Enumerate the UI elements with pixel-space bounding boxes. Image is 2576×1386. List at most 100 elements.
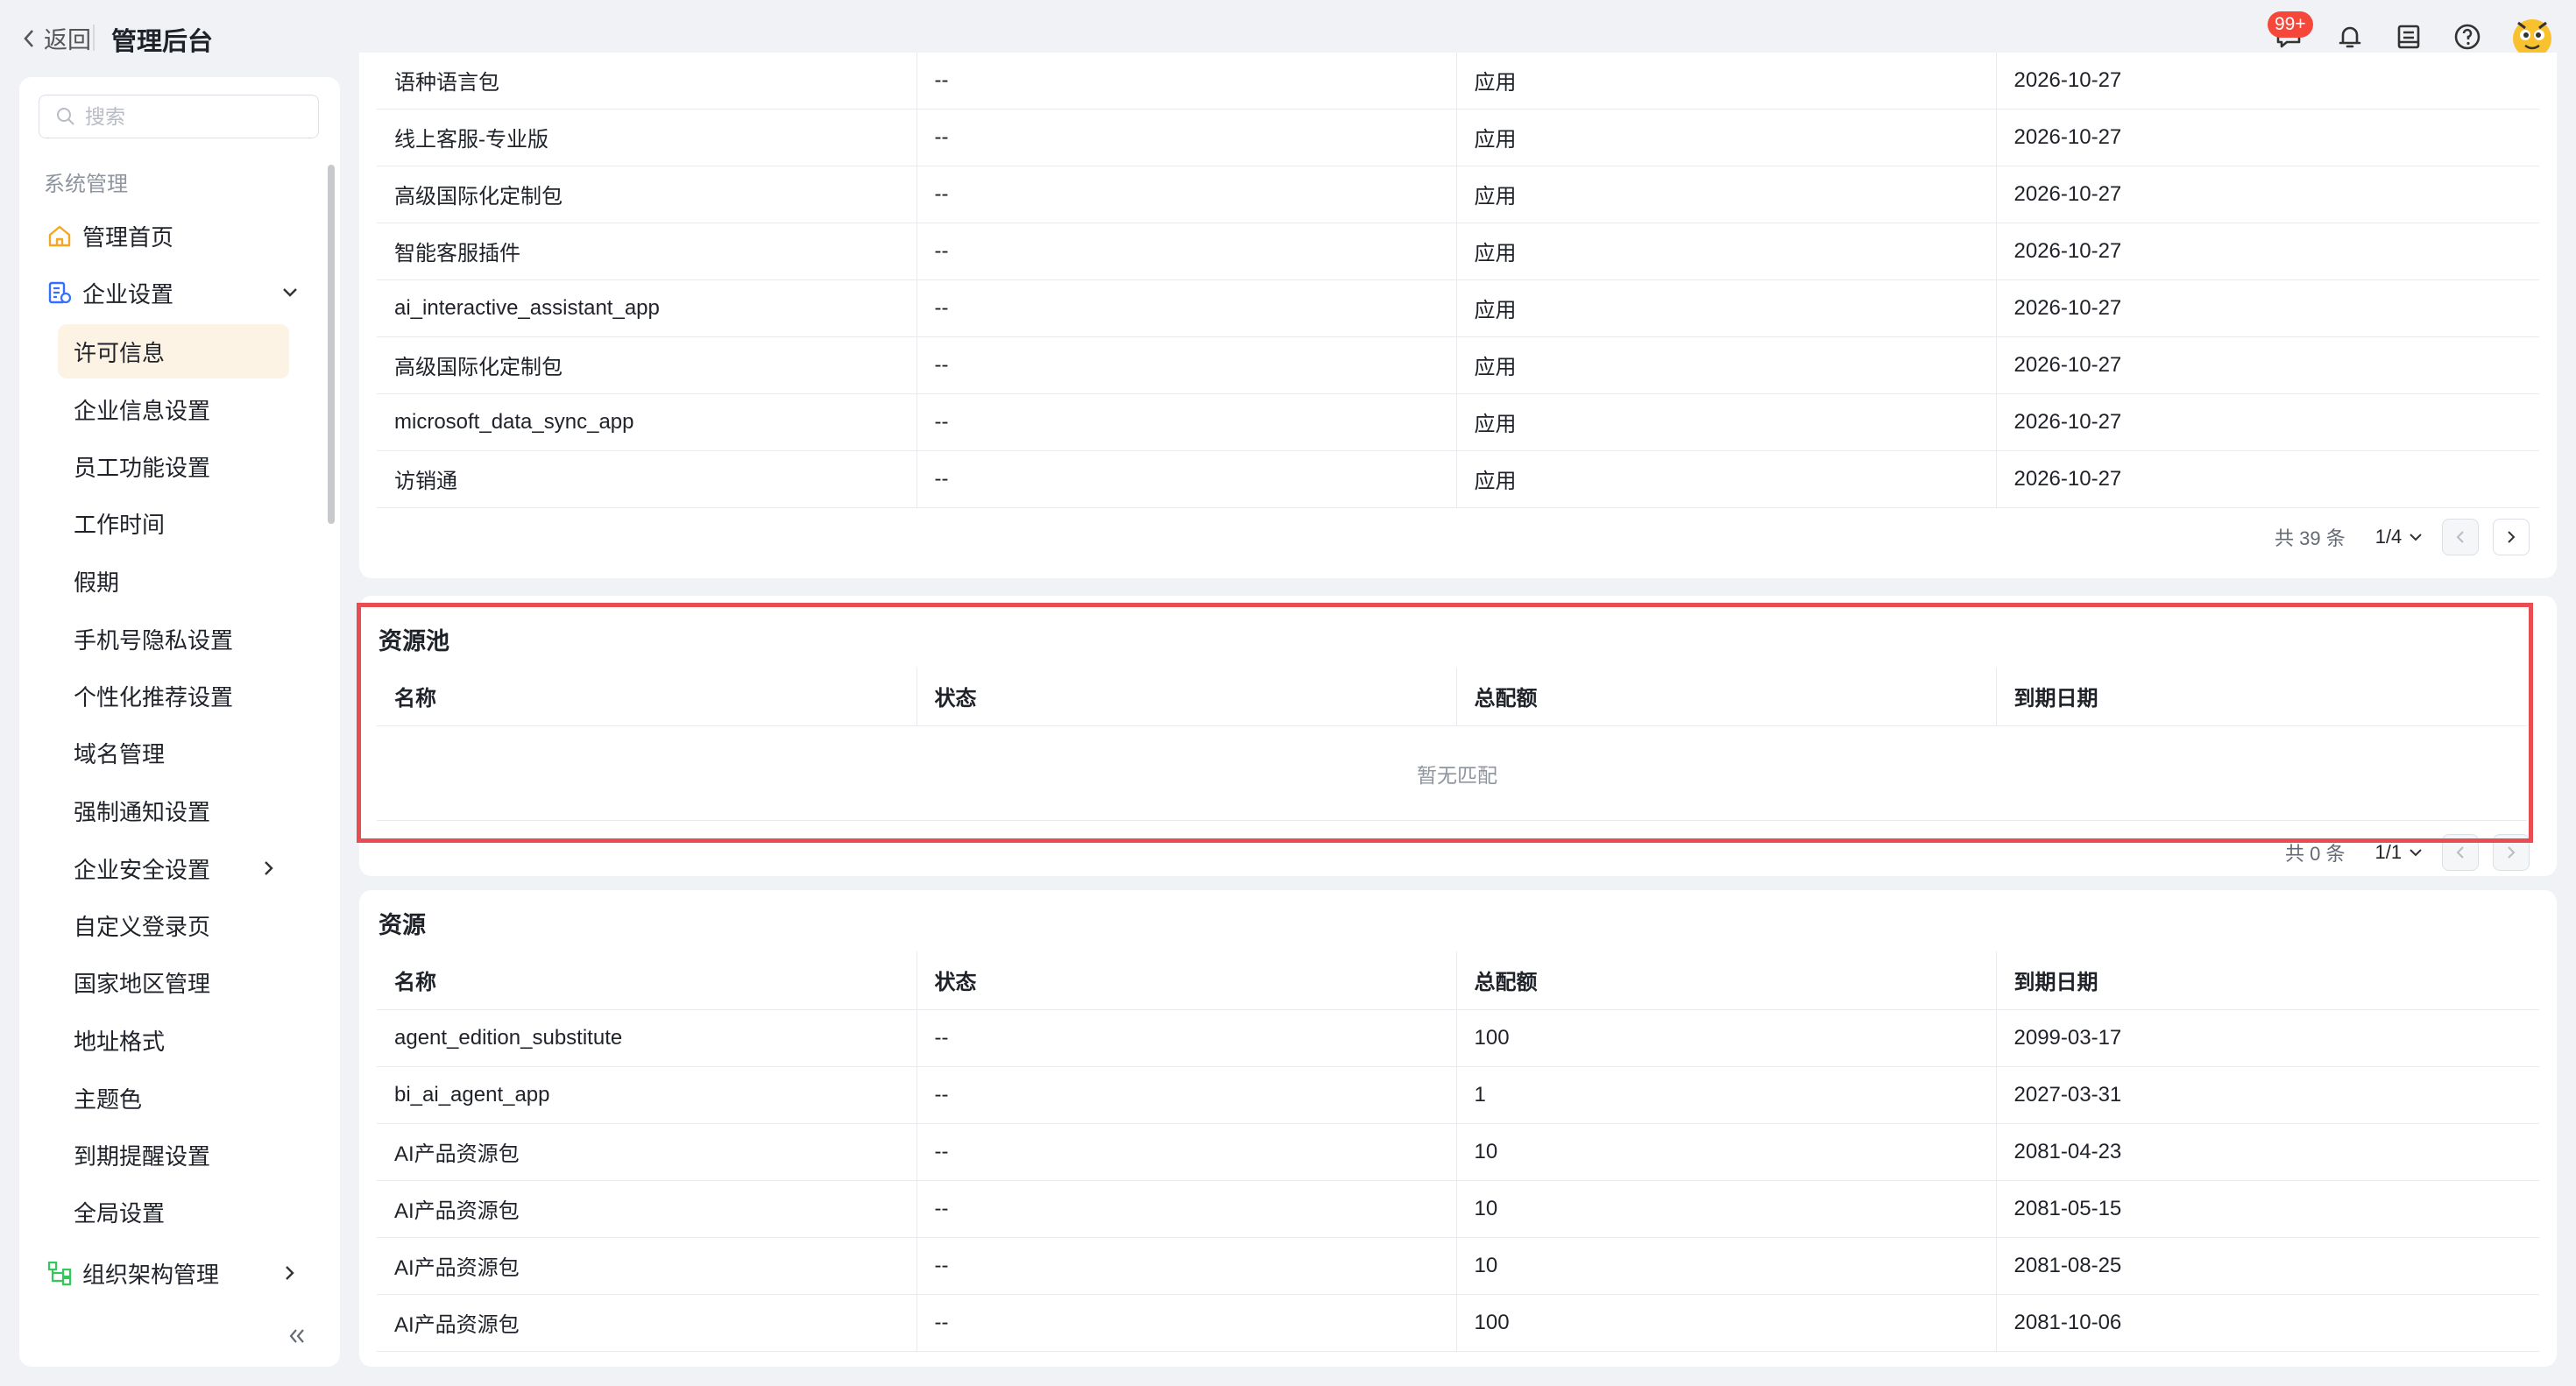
table-header-row: 名称 状态 总配额 到期日期 [377,668,2527,726]
table-cell: microsoft_data_sync_app [377,393,917,451]
sidebar-item-employee-features[interactable]: 员工功能设置 [58,439,289,493]
table-cell: AI产品资源包 [377,1294,917,1352]
table-cell: bi_ai_agent_app [377,1066,917,1124]
sidebar-item-address-format[interactable]: 地址格式 [58,1013,289,1067]
sidebar-item-global[interactable]: 全局设置 [58,1184,289,1239]
search-box[interactable] [39,95,319,138]
help-button[interactable] [2450,19,2485,54]
table-row: AI产品资源包 -- 10 2081-04-23 [377,1123,2539,1181]
table-cell: 访销通 [377,450,917,508]
table-row: 高级国际化定制包 -- 应用 2026-10-27 [377,336,2539,394]
apps-pagination: 共 39 条 1/4 [2275,519,2530,555]
resources-card: 资源 名称 状态 总配额 到期日期 agent_edition_substitu… [359,890,2557,1367]
sidebar-item-theme[interactable]: 主题色 [58,1071,289,1125]
message-badge: 99+ [2268,11,2313,38]
apps-table: 语种语言包 -- 应用 2026-10-27 线上客服-专业版 -- 应用 20… [377,53,2539,508]
inbox-button[interactable] [2391,19,2426,54]
table-cell: -- [916,336,1457,394]
sidebar: 系统管理 管理首页 企业设置 许可信息 企业信息设置 员工功能设置 工作时间 假… [19,77,340,1367]
chevron-down-icon [2410,534,2423,541]
sidebar-item-recommendation[interactable]: 个性化推荐设置 [58,668,289,723]
pool-title: 资源池 [379,628,449,654]
sidebar-item-regions[interactable]: 国家地区管理 [58,955,289,1009]
sidebar-item-org[interactable]: 组织架构管理 [46,1251,219,1295]
sidebar-item-login-page[interactable]: 自定义登录页 [58,898,289,952]
page-indicator: 1/1 [2374,841,2403,863]
sidebar-item-enterprise-info[interactable]: 企业信息设置 [58,382,289,436]
table-cell: 高级国际化定制包 [377,166,917,223]
table-cell: 应用 [1456,223,1997,280]
sidebar-item-forced-notify[interactable]: 强制通知设置 [58,783,289,838]
chevron-left-icon [2456,846,2464,859]
chevron-right-icon [2508,846,2516,859]
table-cell: -- [916,393,1457,451]
table-cell: 2026-10-27 [1996,166,2539,223]
home-icon [48,225,71,247]
table-cell: -- [916,53,1457,110]
table-cell: -- [916,1009,1457,1067]
sidebar-item-enterprise[interactable]: 企业设置 [46,271,173,315]
next-page-button[interactable] [2493,519,2530,555]
table-cell: -- [916,450,1457,508]
table-cell: 高级国际化定制包 [377,336,917,394]
sidebar-item-security[interactable]: 企业安全设置 [58,841,289,895]
sidebar-item-license[interactable]: 许可信息 [58,324,289,378]
sidebar-item-phone-privacy[interactable]: 手机号隐私设置 [58,612,289,666]
table-cell: 100 [1456,1294,1997,1352]
column-header: 到期日期 [1996,668,2527,726]
notification-button[interactable] [2332,19,2367,54]
table-cell: 2026-10-27 [1996,223,2539,280]
sidebar-scrollbar[interactable] [328,165,335,524]
bell-icon [2339,26,2361,48]
search-input[interactable] [83,103,315,130]
table-cell: 应用 [1456,109,1997,166]
table-cell: 应用 [1456,393,1997,451]
table-cell: 100 [1456,1009,1997,1067]
sidebar-item-work-hours[interactable]: 工作时间 [58,496,289,550]
chevron-right-icon[interactable] [258,857,280,880]
sidebar-item-home[interactable]: 管理首页 [46,214,173,258]
sidebar-item-expiry-reminder[interactable]: 到期提醒设置 [58,1128,289,1182]
table-row: 智能客服插件 -- 应用 2026-10-27 [377,223,2539,280]
chevron-down-icon [2410,849,2422,857]
table-cell: 2026-10-27 [1996,53,2539,110]
table-cell: -- [916,109,1457,166]
table-cell: 10 [1456,1123,1997,1181]
table-cell: AI产品资源包 [377,1237,917,1295]
search-icon [57,108,74,125]
pagination-total: 共 0 条 [2285,843,2346,865]
collapse-sidebar-icon[interactable] [284,1323,310,1349]
page-title: 管理后台 [111,28,214,56]
sidebar-item-holidays[interactable]: 假期 [58,554,289,608]
prev-page-button[interactable] [2442,834,2480,871]
prev-page-button[interactable] [2442,519,2480,555]
sidebar-item-domain[interactable]: 域名管理 [58,725,289,780]
table-cell: -- [916,166,1457,223]
page-size-select[interactable]: 1/4 [2375,526,2425,548]
column-header: 名称 [377,951,917,1010]
column-header: 总配额 [1456,951,1997,1010]
chevron-left-icon [2456,531,2465,543]
table-row: microsoft_data_sync_app -- 应用 2026-10-27 [377,393,2539,451]
back-button[interactable]: 返回 [19,21,91,55]
table-cell: agent_edition_substitute [377,1009,917,1067]
table-cell: 应用 [1456,279,1997,337]
chevron-down-icon[interactable] [279,281,301,304]
resources-table: 名称 状态 总配额 到期日期 agent_edition_substitute … [377,951,2539,1352]
chevron-left-icon [24,29,33,47]
table-cell: 2081-04-23 [1996,1123,2539,1181]
table-cell: 2026-10-27 [1996,450,2539,508]
page-size-select[interactable]: 1/1 [2374,841,2424,864]
table-cell: AI产品资源包 [377,1123,917,1181]
chevron-right-icon[interactable] [279,1262,301,1284]
table-cell: -- [916,1237,1457,1295]
next-page-button[interactable] [2493,834,2530,871]
table-cell: 2081-10-06 [1996,1294,2539,1352]
column-header: 状态 [916,668,1457,726]
table-row: 访销通 -- 应用 2026-10-27 [377,450,2539,508]
table-row: AI产品资源包 -- 100 2081-10-06 [377,1294,2539,1352]
table-cell: 1 [1456,1066,1997,1124]
column-header: 名称 [377,668,917,726]
table-row: ai_interactive_assistant_app -- 应用 2026-… [377,279,2539,337]
column-header: 到期日期 [1996,951,2539,1010]
